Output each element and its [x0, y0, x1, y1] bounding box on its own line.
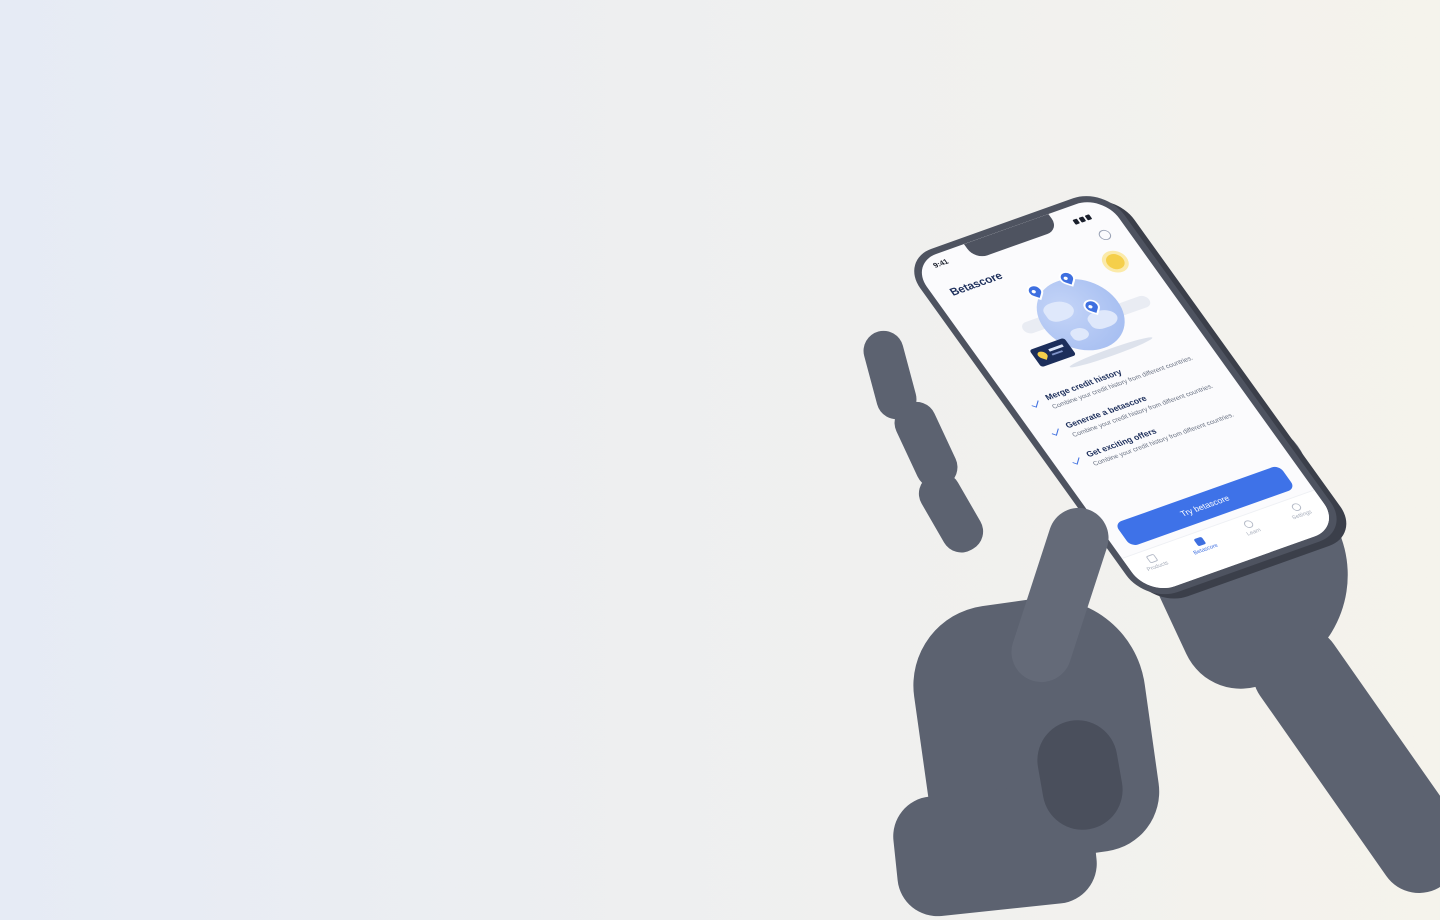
- globe-settings-icon[interactable]: [1096, 228, 1114, 242]
- status-icons: [1068, 207, 1094, 225]
- robot-forearm: [1237, 611, 1440, 909]
- tab-betascore[interactable]: Betascore: [1178, 531, 1240, 577]
- sun-icon: [1102, 251, 1129, 272]
- tab-label: Betascore: [1192, 543, 1220, 557]
- check-icon: [1072, 455, 1080, 465]
- bulb-icon: [1241, 519, 1255, 530]
- check-icon: [1031, 399, 1039, 408]
- location-pin-icon: [1025, 282, 1045, 301]
- tab-label: Settings: [1291, 509, 1314, 522]
- tab-products[interactable]: Products: [1130, 548, 1192, 594]
- settings-icon: [1289, 502, 1303, 513]
- hero-scene: 9:41 Betascore Merge credit history Comb…: [0, 0, 1440, 920]
- betascore-icon: [1193, 536, 1207, 547]
- robot-finger-left-3: [911, 465, 991, 560]
- phone-notch: [963, 214, 1060, 260]
- tab-settings[interactable]: Settings: [1274, 497, 1336, 543]
- products-icon: [1145, 553, 1159, 564]
- status-time: 9:41: [931, 257, 951, 270]
- tab-learn[interactable]: Learn: [1226, 514, 1288, 560]
- tab-label: Learn: [1245, 527, 1263, 538]
- check-icon: [1052, 427, 1060, 437]
